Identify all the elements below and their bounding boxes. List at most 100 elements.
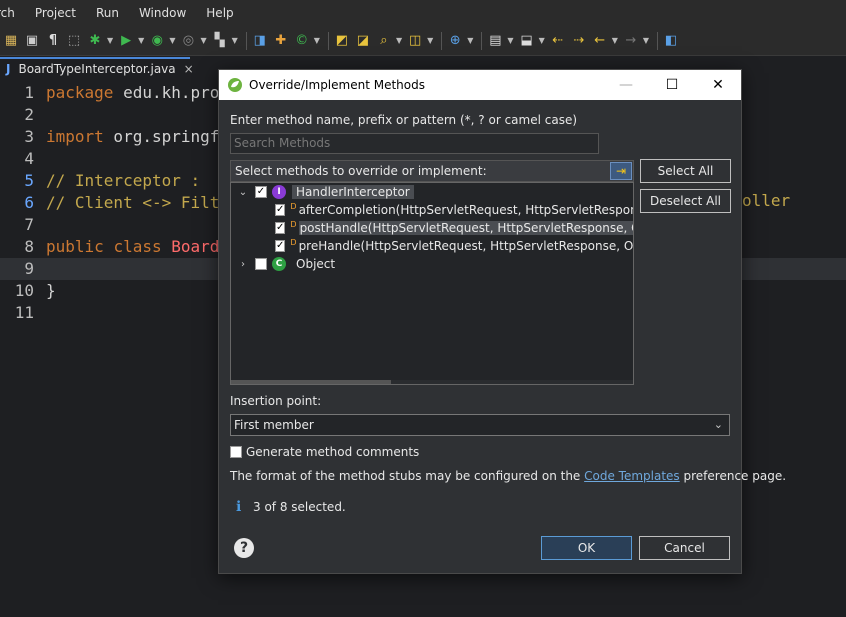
horizontal-scrollbar[interactable] bbox=[231, 380, 633, 384]
new-java-project-icon[interactable]: ◨ bbox=[251, 32, 269, 50]
forward-dropdown-icon[interactable]: ▼ bbox=[643, 36, 649, 45]
line-number: 8 bbox=[24, 237, 34, 256]
menu-help[interactable]: Help bbox=[196, 6, 243, 20]
run-dropdown-icon[interactable]: ▼ bbox=[138, 36, 144, 45]
scrollbar-thumb[interactable] bbox=[231, 380, 391, 384]
selection-status: 3 of 8 selected. bbox=[253, 500, 346, 514]
show-whitespace-icon[interactable]: ¶ bbox=[44, 32, 62, 50]
menu-window[interactable]: Window bbox=[129, 6, 196, 20]
default-method-marker: D bbox=[290, 219, 297, 229]
open-resource-dropdown-icon[interactable]: ▼ bbox=[427, 36, 433, 45]
perspective-icon[interactable]: ◧ bbox=[662, 32, 680, 50]
coverage-icon[interactable]: ◉ bbox=[148, 32, 166, 50]
next-edit-icon[interactable]: ⇢ bbox=[570, 32, 588, 50]
debug-dropdown-icon[interactable]: ▼ bbox=[107, 36, 113, 45]
open-type-icon[interactable]: ◩ bbox=[333, 32, 351, 50]
deselect-all-button[interactable]: Deselect All bbox=[640, 189, 731, 213]
toolbar-separator bbox=[481, 31, 483, 50]
format-note-prefix: The format of the method stubs may be co… bbox=[230, 469, 585, 483]
search-icon[interactable]: ⌕ bbox=[375, 32, 393, 50]
back-icon[interactable]: ← bbox=[591, 32, 609, 50]
checkbox[interactable]: ✓ bbox=[255, 186, 267, 198]
close-tab-icon[interactable]: × bbox=[184, 62, 194, 76]
tree-node-object[interactable]: › C Object bbox=[231, 255, 633, 273]
line-number: 3 bbox=[24, 127, 34, 146]
filter-inherited-button[interactable]: ⇥ bbox=[610, 162, 632, 180]
next-annotation-icon[interactable]: ⬓ bbox=[518, 32, 536, 50]
line-number: 9 bbox=[24, 259, 34, 278]
minimize-button[interactable]: — bbox=[603, 70, 649, 100]
collapsed-chevron-icon[interactable]: › bbox=[237, 259, 249, 270]
default-method-marker: D bbox=[290, 237, 297, 247]
menu-search[interactable]: rch bbox=[0, 6, 25, 20]
code-text: public class Board bbox=[46, 236, 219, 258]
checkbox[interactable]: ✓ bbox=[275, 240, 286, 252]
globe-icon[interactable]: ⊕ bbox=[446, 32, 464, 50]
methods-tree[interactable]: ⌄ ✓ I HandlerInterceptor ✓ D afterComple… bbox=[230, 182, 634, 385]
editor-tab[interactable]: J BoardTypeInterceptor.java × bbox=[0, 57, 194, 79]
line-number: 5 bbox=[24, 171, 34, 190]
menu-run[interactable]: Run bbox=[86, 6, 129, 20]
code-text: // Client <-> Filt bbox=[46, 192, 219, 214]
previous-edit-icon[interactable]: ⇠ bbox=[549, 32, 567, 50]
help-icon[interactable]: ? bbox=[234, 538, 254, 558]
checkbox[interactable]: ✓ bbox=[275, 204, 286, 216]
external-tools-icon[interactable]: ◎ bbox=[179, 32, 197, 50]
generate-comments-checkbox[interactable] bbox=[230, 446, 242, 458]
insertion-point-value: First member bbox=[234, 418, 314, 432]
maximize-button[interactable]: ☐ bbox=[649, 70, 695, 100]
close-button[interactable]: ✕ bbox=[695, 70, 741, 100]
toolbar-separator bbox=[327, 31, 329, 50]
toggle-block-icon[interactable]: ▣ bbox=[23, 32, 41, 50]
code-token: class bbox=[113, 237, 162, 256]
code-token: package bbox=[46, 83, 114, 102]
tree-node-method[interactable]: ✓ D postHandle(HttpServletRequest, HttpS… bbox=[231, 219, 633, 237]
code-token: import bbox=[46, 127, 104, 146]
toolbar: ▦ ▣ ¶ ⬚ ✱ ▼ ▶ ▼ ◉ ▼ ◎ ▼ ▚ ▼ ◨ ✚ © ▼ ◩ ◪ ⌕ ▼ ◫ ▼ … bbox=[0, 26, 846, 56]
server-dropdown-icon[interactable]: ▼ bbox=[232, 36, 238, 45]
code-token: } bbox=[46, 281, 56, 300]
insertion-point-select[interactable]: First member ⌄ bbox=[230, 414, 730, 436]
code-text: package edu.kh.pro bbox=[46, 82, 219, 104]
open-task-icon[interactable]: ◪ bbox=[354, 32, 372, 50]
code-templates-link[interactable]: Code Templates bbox=[584, 469, 680, 483]
annotation-icon[interactable]: ▤ bbox=[486, 32, 504, 50]
tree-node-method[interactable]: ✓ D afterCompletion(HttpServletRequest, … bbox=[231, 201, 633, 219]
tree-node-handlerinterceptor[interactable]: ⌄ ✓ I HandlerInterceptor bbox=[231, 183, 633, 201]
editor-tab-label: BoardTypeInterceptor.java bbox=[18, 62, 176, 76]
info-icon: ℹ bbox=[236, 499, 242, 515]
back-dropdown-icon[interactable]: ▼ bbox=[612, 36, 618, 45]
forward-icon[interactable]: → bbox=[622, 32, 640, 50]
external-tools-dropdown-icon[interactable]: ▼ bbox=[200, 36, 206, 45]
annotation-dropdown-icon[interactable]: ▼ bbox=[507, 36, 513, 45]
block-selection-icon[interactable]: ⬚ bbox=[65, 32, 83, 50]
select-all-button[interactable]: Select All bbox=[640, 159, 731, 183]
generate-comments-label[interactable]: Generate method comments bbox=[246, 445, 419, 459]
new-class-dropdown-icon[interactable]: ▼ bbox=[314, 36, 320, 45]
open-perspective-icon[interactable]: ▦ bbox=[2, 32, 20, 50]
globe-dropdown-icon[interactable]: ▼ bbox=[467, 36, 473, 45]
new-class-icon[interactable]: © bbox=[293, 32, 311, 50]
tree-node-method[interactable]: ✓ D preHandle(HttpServletRequest, HttpSe… bbox=[231, 237, 633, 255]
ok-button[interactable]: OK bbox=[541, 536, 632, 560]
search-dropdown-icon[interactable]: ▼ bbox=[396, 36, 402, 45]
code-token: org.springf bbox=[103, 127, 220, 146]
format-note-suffix: preference page. bbox=[679, 469, 787, 483]
server-icon[interactable]: ▚ bbox=[211, 32, 229, 50]
new-package-icon[interactable]: ✚ bbox=[272, 32, 290, 50]
run-icon[interactable]: ▶ bbox=[117, 32, 135, 50]
search-input[interactable]: Search Methods bbox=[230, 133, 599, 154]
checkbox[interactable] bbox=[255, 258, 267, 270]
cancel-button[interactable]: Cancel bbox=[639, 536, 730, 560]
debug-icon[interactable]: ✱ bbox=[86, 32, 104, 50]
menu-project[interactable]: Project bbox=[25, 6, 86, 20]
expand-chevron-icon[interactable]: ⌄ bbox=[237, 187, 249, 198]
checkbox[interactable]: ✓ bbox=[275, 222, 286, 234]
line-number: 7 bbox=[24, 215, 34, 234]
coverage-dropdown-icon[interactable]: ▼ bbox=[169, 36, 175, 45]
code-text: import org.springf bbox=[46, 126, 219, 148]
next-annotation-dropdown-icon[interactable]: ▼ bbox=[539, 36, 545, 45]
open-resource-icon[interactable]: ◫ bbox=[406, 32, 424, 50]
code-token: Board bbox=[171, 237, 220, 256]
